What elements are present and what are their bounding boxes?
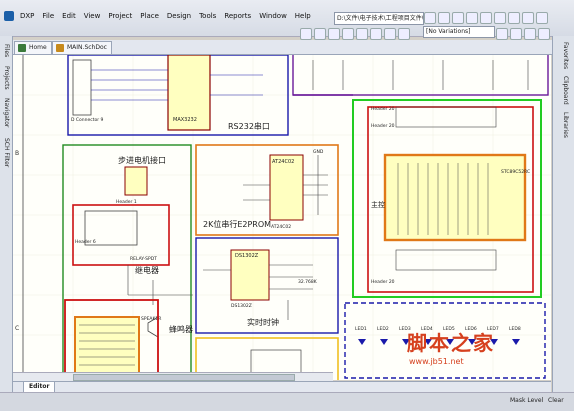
tab-home-label: Home <box>29 44 47 51</box>
relay-title: 继电器 <box>135 265 159 275</box>
document-tab-bar: Home MAIN.SchDoc <box>12 40 552 55</box>
open-icon[interactable] <box>480 12 492 24</box>
wire-icon[interactable] <box>328 28 340 40</box>
panel-sch-filter[interactable]: SCH Filter <box>3 138 10 167</box>
zone-marker-c: C <box>15 325 19 332</box>
buzzer-title: 蜂鸣器 <box>169 324 193 334</box>
ds1302-ref: DS1302Z <box>231 303 252 309</box>
power-port-icon[interactable] <box>370 28 382 40</box>
header1-label: Header 1 <box>116 199 137 205</box>
back-icon[interactable] <box>424 12 436 24</box>
home-icon[interactable] <box>452 12 464 24</box>
scrollbar-thumb[interactable] <box>73 374 295 381</box>
max3232-label: MAX3232 <box>173 117 197 123</box>
settings-icon[interactable] <box>522 12 534 24</box>
mask-level-button[interactable]: Mask Level <box>510 397 543 404</box>
panel-favorites[interactable]: Favorites <box>562 42 569 69</box>
menu-dxp[interactable]: DXP <box>16 12 38 20</box>
dxp-app-icon <box>4 11 14 21</box>
help-icon[interactable] <box>536 12 548 24</box>
menu-tools[interactable]: Tools <box>195 12 220 20</box>
sheet-symbol-icon[interactable] <box>398 28 410 40</box>
menu-row: DXP File Edit View Project Place Design … <box>0 9 315 23</box>
net-label-icon[interactable] <box>356 28 368 40</box>
left-panel-strip: Files Projects Navigator SCH Filter <box>0 36 13 392</box>
gnd-label: GND <box>313 149 324 155</box>
dropdown-icon[interactable] <box>466 12 478 24</box>
menu-place[interactable]: Place <box>136 12 163 20</box>
header6-label: Header 6 <box>75 239 96 245</box>
bottom-left-chip[interactable] <box>74 316 140 376</box>
cross-probe-icon[interactable] <box>510 28 522 40</box>
menu-help[interactable]: Help <box>291 12 315 20</box>
tab-home[interactable]: Home <box>14 41 52 54</box>
at24c02-ref: AT24C02 <box>271 224 291 230</box>
rtc-title: 实时时钟 <box>247 317 279 327</box>
filter-icon[interactable] <box>538 28 550 40</box>
part-icon[interactable] <box>384 28 396 40</box>
panel-navigator[interactable]: Navigator <box>3 98 10 127</box>
relay-part-label: RELAY-SPDT <box>130 256 157 262</box>
led1-label: LED1 <box>355 326 367 332</box>
d-connector-label: D Connector 9 <box>71 117 104 123</box>
menu-view[interactable]: View <box>80 12 105 20</box>
zoom-icon[interactable] <box>314 28 326 40</box>
forward-icon[interactable] <box>438 12 450 24</box>
editing-toolbar: [No Variations] <box>300 26 574 40</box>
panel-libraries[interactable]: Libraries <box>562 112 569 138</box>
stc89c52-label: STC89C52RC <box>501 169 530 175</box>
eeprom-title: 2K位串行E2PROM <box>203 219 271 229</box>
save-icon[interactable] <box>494 12 506 24</box>
status-bar: Mask Level Clear <box>0 392 574 411</box>
right-panel-strip: Favorites Clipboard Libraries <box>552 36 574 392</box>
clear-button[interactable]: Clear <box>548 397 564 404</box>
document-path-field[interactable]: D:\文件\电子技术\工程项目文件\ <box>334 12 424 25</box>
crystal-label: 32.768K <box>298 279 318 285</box>
bus-icon[interactable] <box>342 28 354 40</box>
menu-reports[interactable]: Reports <box>220 12 255 20</box>
led2-label: LED2 <box>377 326 389 332</box>
ds1302-label: DS1302Z <box>235 253 259 259</box>
app-window: DXP File Edit View Project Place Design … <box>0 0 574 411</box>
tools-icon[interactable] <box>508 12 520 24</box>
menu-edit[interactable]: Edit <box>58 12 80 20</box>
menu-project[interactable]: Project <box>104 12 136 20</box>
menu-bar: DXP File Edit View Project Place Design … <box>0 0 574 40</box>
zone-marker-b: B <box>15 150 19 157</box>
watermark-title: 脚本之家 <box>407 331 495 355</box>
header20-bottom-label: Header 20 <box>371 279 395 285</box>
horizontal-scrollbar[interactable] <box>13 372 333 381</box>
header20-mid-label: Header 20 <box>371 106 395 112</box>
watermark-url: www.jb51.net <box>409 357 464 366</box>
panel-projects[interactable]: Projects <box>3 66 10 90</box>
header1-part[interactable] <box>124 166 148 196</box>
main-title: 主控 <box>371 200 385 209</box>
stepper-title: 步进电机接口 <box>118 155 166 165</box>
schematic-canvas[interactable]: B C MAX3232 D Connector 9 RS232串口 步进电机接口… <box>13 55 551 380</box>
header20-top-label: Header 20 <box>371 123 395 129</box>
select-icon[interactable] <box>300 28 312 40</box>
home-tab-icon <box>18 44 26 52</box>
tab-main-schdoc[interactable]: MAIN.SchDoc <box>52 41 112 54</box>
menu-design[interactable]: Design <box>163 12 195 20</box>
tab-main-label: MAIN.SchDoc <box>67 44 107 51</box>
variations-select[interactable]: [No Variations] <box>423 26 495 38</box>
compile-icon[interactable] <box>496 28 508 40</box>
annotate-icon[interactable] <box>524 28 536 40</box>
panel-clipboard[interactable]: Clipboard <box>562 76 569 105</box>
rs232-title: RS232串口 <box>228 122 270 131</box>
stc89c52-chip[interactable] <box>383 153 527 242</box>
at24c02-label: AT24C02 <box>272 159 294 165</box>
panel-files[interactable]: Files <box>3 44 10 57</box>
schematic-tab-icon <box>56 44 64 52</box>
watermark-logo: 脚本之家 www.jb51.net <box>401 325 541 375</box>
menu-window[interactable]: Window <box>255 12 291 20</box>
menu-file[interactable]: File <box>38 12 58 20</box>
